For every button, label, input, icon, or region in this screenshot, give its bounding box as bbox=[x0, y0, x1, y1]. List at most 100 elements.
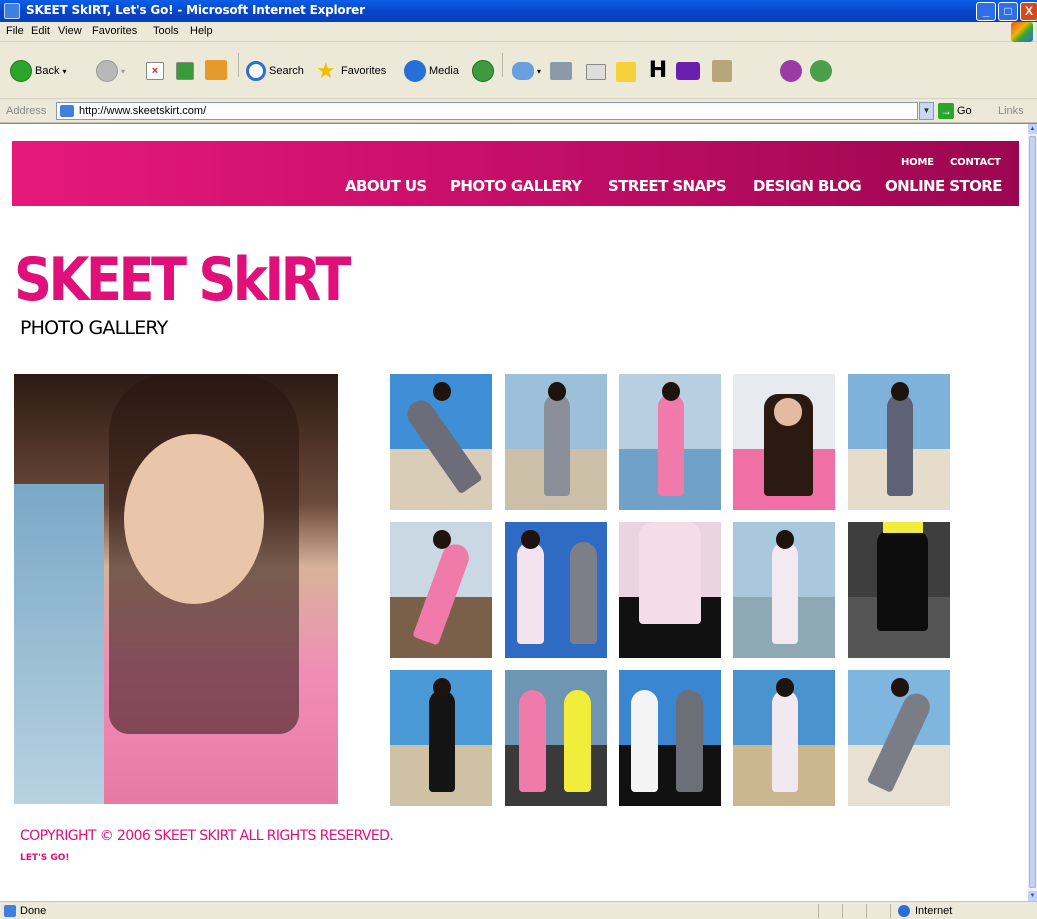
history-button[interactable] bbox=[472, 60, 494, 82]
go-label: Go bbox=[957, 105, 972, 117]
gallery-thumbnail[interactable] bbox=[390, 374, 492, 510]
toolbar-separator bbox=[238, 53, 239, 77]
back-label: Back bbox=[35, 65, 60, 77]
search-label: Search bbox=[269, 65, 304, 77]
favorites-button[interactable]: ★ Favorites bbox=[316, 60, 386, 82]
back-button[interactable]: Back ▾ bbox=[10, 60, 66, 82]
site-nav-banner: HOME CONTACT ABOUT US PHOTO GALLERY STRE… bbox=[12, 141, 1019, 206]
messenger-icon bbox=[810, 60, 832, 82]
gallery-thumbnail[interactable] bbox=[505, 522, 607, 658]
maximize-button[interactable]: □ bbox=[998, 2, 1018, 21]
notes-button[interactable] bbox=[616, 62, 636, 82]
gallery-thumbnail[interactable] bbox=[733, 374, 835, 510]
standard-toolbar: Back ▾ ▾ Search ★ Favorites Media ▾ bbox=[0, 43, 1037, 99]
ie-app-icon[interactable] bbox=[4, 3, 20, 19]
star-icon: ★ bbox=[316, 58, 336, 83]
thumb-figure bbox=[876, 528, 928, 631]
gallery-thumbnail[interactable] bbox=[505, 670, 607, 806]
edit-icon bbox=[586, 64, 606, 80]
nav-home-link[interactable]: HOME bbox=[901, 157, 934, 168]
home-icon bbox=[205, 60, 227, 80]
thumb-figure bbox=[570, 542, 597, 645]
thumb-figure bbox=[771, 542, 799, 645]
home-button[interactable] bbox=[205, 60, 227, 80]
hero-face bbox=[124, 434, 264, 604]
nav-street-snaps-link[interactable]: STREET SNAPS bbox=[608, 177, 727, 195]
gallery-thumbnail[interactable] bbox=[848, 374, 950, 510]
edit-button[interactable] bbox=[586, 64, 606, 80]
menu-tools[interactable]: Tools bbox=[153, 25, 179, 37]
note-icon bbox=[616, 62, 636, 82]
menu-edit[interactable]: Edit bbox=[31, 25, 50, 37]
back-dropdown-icon: ▾ bbox=[62, 66, 67, 76]
nav-about-us-link[interactable]: ABOUT US bbox=[345, 177, 427, 195]
messenger-button[interactable] bbox=[810, 60, 832, 82]
bookmark-button[interactable] bbox=[712, 60, 732, 82]
yahoo-button[interactable] bbox=[676, 62, 700, 80]
scroll-up-icon[interactable]: ▲ bbox=[1028, 124, 1037, 134]
page-viewport: HOME CONTACT ABOUT US PHOTO GALLERY STRE… bbox=[0, 123, 1037, 901]
forward-button[interactable]: ▾ bbox=[96, 60, 125, 82]
nav-photo-gallery-link[interactable]: PHOTO GALLERY bbox=[450, 177, 582, 195]
scrollbar-thumb[interactable] bbox=[1029, 136, 1036, 888]
security-zone-label: Internet bbox=[915, 905, 953, 917]
mail-button[interactable]: ▾ bbox=[512, 62, 541, 80]
address-dropdown-icon[interactable]: ▼ bbox=[919, 102, 934, 120]
address-label: Address bbox=[6, 105, 47, 117]
links-toolbar[interactable]: Links bbox=[998, 105, 1024, 117]
nav-online-store-link[interactable]: ONLINE STORE bbox=[885, 177, 1002, 195]
title-bar: SKEET SkIRT, Let's Go! - Microsoft Inter… bbox=[0, 0, 1037, 22]
minimize-button[interactable]: _ bbox=[976, 2, 996, 21]
toolbar-separator bbox=[502, 53, 503, 77]
msn-button[interactable] bbox=[780, 60, 802, 82]
gallery-thumbnail[interactable] bbox=[505, 374, 607, 510]
gallery-thumbnail[interactable] bbox=[619, 670, 721, 806]
gallery-thumbnail[interactable] bbox=[848, 670, 950, 806]
go-arrow-icon: → bbox=[938, 103, 954, 119]
stop-icon bbox=[146, 62, 164, 80]
site-brand-logo[interactable]: SKEET SkIRT bbox=[14, 250, 351, 310]
gallery-thumbnail[interactable] bbox=[390, 522, 492, 658]
search-button[interactable]: Search bbox=[246, 61, 304, 81]
vertical-scrollbar[interactable]: ▲ ▼ bbox=[1028, 124, 1037, 901]
thumb-figure bbox=[543, 394, 571, 497]
page-title: PHOTO GALLERY bbox=[20, 317, 168, 339]
close-button[interactable]: X bbox=[1020, 2, 1037, 21]
gallery-thumbnail[interactable] bbox=[848, 522, 950, 658]
thumb-figure bbox=[771, 690, 799, 793]
address-url: http://www.skeetskirt.com/ bbox=[79, 105, 207, 117]
thumb-figure bbox=[564, 690, 591, 793]
media-label: Media bbox=[429, 65, 459, 77]
thumb-figure bbox=[676, 690, 703, 793]
refresh-button[interactable] bbox=[176, 62, 194, 80]
h-button[interactable]: H bbox=[648, 60, 668, 82]
thumb-figure bbox=[886, 394, 914, 497]
media-icon bbox=[404, 60, 426, 82]
address-input[interactable]: http://www.skeetskirt.com/ bbox=[56, 102, 918, 120]
gallery-thumbnail[interactable] bbox=[619, 374, 721, 510]
status-panel bbox=[818, 904, 819, 918]
favorites-label: Favorites bbox=[341, 65, 387, 77]
nav-contact-link[interactable]: CONTACT bbox=[950, 157, 1001, 168]
window-title: SKEET SkIRT, Let's Go! - Microsoft Inter… bbox=[26, 3, 365, 17]
menu-help[interactable]: Help bbox=[190, 25, 213, 37]
menu-bar: File Edit View Favorites Tools Help bbox=[0, 22, 1037, 42]
menu-view[interactable]: View bbox=[58, 25, 82, 37]
yahoo-icon bbox=[676, 62, 700, 80]
hero-photo bbox=[14, 374, 338, 804]
menu-favorites[interactable]: Favorites bbox=[92, 25, 137, 37]
gallery-thumbnail[interactable] bbox=[733, 670, 835, 806]
gallery-thumbnail[interactable] bbox=[390, 670, 492, 806]
scroll-down-icon[interactable]: ▼ bbox=[1028, 891, 1037, 901]
media-button[interactable]: Media bbox=[404, 60, 459, 82]
go-button[interactable]: → Go bbox=[938, 103, 972, 119]
nav-design-blog-link[interactable]: DESIGN BLOG bbox=[753, 177, 862, 195]
thumb-figure bbox=[428, 690, 456, 793]
gallery-thumbnail[interactable] bbox=[733, 522, 835, 658]
stop-button[interactable] bbox=[146, 62, 164, 80]
thumb-top bbox=[882, 522, 924, 533]
thumb-figure bbox=[639, 522, 701, 624]
gallery-thumbnail[interactable] bbox=[619, 522, 721, 658]
print-button[interactable] bbox=[550, 62, 572, 80]
menu-file[interactable]: File bbox=[6, 25, 24, 37]
